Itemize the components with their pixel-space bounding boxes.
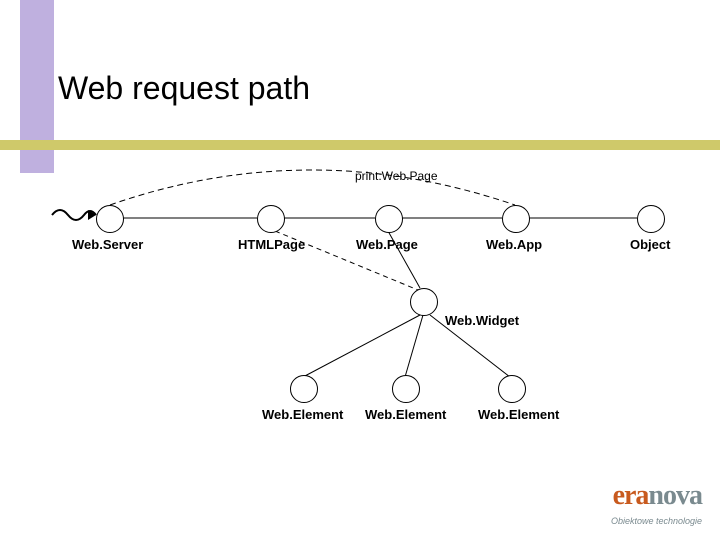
node-htmlpage xyxy=(257,205,285,233)
label-object: Object xyxy=(630,237,670,252)
logo: eranova xyxy=(613,480,702,512)
node-webwidget xyxy=(410,288,438,316)
node-webelem3 xyxy=(498,375,526,403)
label-webelem1: Web.Element xyxy=(262,407,343,422)
logo-part2: nova xyxy=(648,480,702,511)
node-webpage xyxy=(375,205,403,233)
node-webelem2 xyxy=(392,375,420,403)
slide-title: Web request path xyxy=(58,70,310,107)
logo-part1: era xyxy=(613,480,649,511)
node-webelem1 xyxy=(290,375,318,403)
diagram-area: print:Web.Page Web.Server HTMLPage Web.P… xyxy=(0,155,720,475)
node-webapp xyxy=(502,205,530,233)
label-webwidget: Web.Widget xyxy=(445,313,519,328)
label-webapp: Web.App xyxy=(486,237,542,252)
logo-tagline: Obiektowe technologie xyxy=(611,516,702,526)
diagram-connections xyxy=(0,155,720,475)
message-label: print:Web.Page xyxy=(355,169,438,183)
label-htmlpage: HTMLPage xyxy=(238,237,305,252)
label-webelem2: Web.Element xyxy=(365,407,446,422)
label-webpage: Web.Page xyxy=(356,237,418,252)
node-webserver xyxy=(96,205,124,233)
node-object xyxy=(637,205,665,233)
label-webserver: Web.Server xyxy=(72,237,143,252)
label-webelem3: Web.Element xyxy=(478,407,559,422)
title-underline xyxy=(0,140,720,150)
